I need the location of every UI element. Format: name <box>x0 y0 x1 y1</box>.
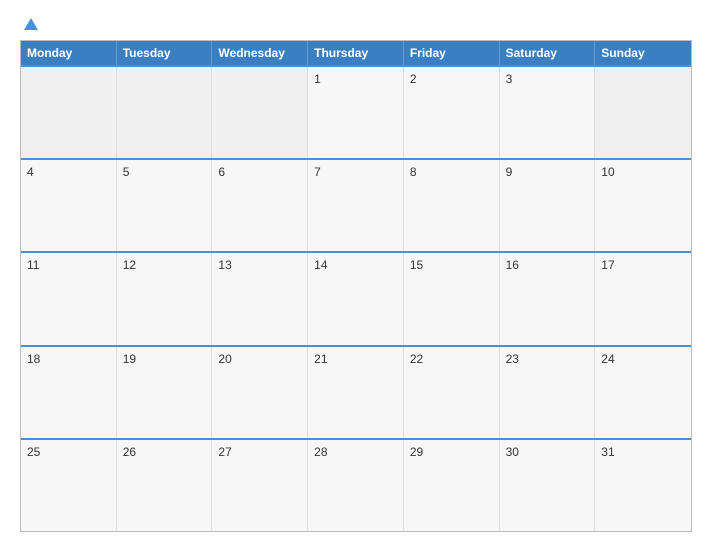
day-number: 8 <box>410 165 417 179</box>
day-number: 28 <box>314 445 327 459</box>
day-number: 21 <box>314 352 327 366</box>
calendar-day-cell <box>595 67 691 158</box>
calendar-day-cell: 23 <box>500 347 596 438</box>
calendar-day-cell: 18 <box>21 347 117 438</box>
day-number: 29 <box>410 445 423 459</box>
calendar-week-5: 25 26 27 28 29 30 31 <box>21 438 691 531</box>
day-number: 19 <box>123 352 136 366</box>
calendar-day-cell: 22 <box>404 347 500 438</box>
logo <box>20 18 38 30</box>
day-number: 26 <box>123 445 136 459</box>
day-number: 11 <box>27 258 39 272</box>
day-number: 20 <box>218 352 231 366</box>
calendar-day-cell: 31 <box>595 440 691 531</box>
day-number: 24 <box>601 352 614 366</box>
calendar-day-cell: 5 <box>117 160 213 251</box>
calendar-week-4: 18 19 20 21 22 23 24 <box>21 345 691 438</box>
calendar-week-2: 4 5 6 7 8 9 10 <box>21 158 691 251</box>
calendar-week-3: 11 12 13 14 15 16 17 <box>21 251 691 344</box>
calendar-day-cell: 6 <box>212 160 308 251</box>
calendar-body: 1234567891011121314151617181920212223242… <box>21 65 691 531</box>
day-number: 23 <box>506 352 519 366</box>
calendar-day-cell: 14 <box>308 253 404 344</box>
day-number: 2 <box>410 72 417 86</box>
day-number: 18 <box>27 352 40 366</box>
calendar-day-cell: 15 <box>404 253 500 344</box>
calendar-day-cell: 30 <box>500 440 596 531</box>
calendar-day-cell: 27 <box>212 440 308 531</box>
calendar-day-cell: 26 <box>117 440 213 531</box>
day-number: 7 <box>314 165 321 179</box>
calendar-header-cell: Sunday <box>595 41 691 65</box>
calendar-header-cell: Saturday <box>500 41 596 65</box>
page: MondayTuesdayWednesdayThursdayFridaySatu… <box>0 0 712 550</box>
calendar-header-cell: Friday <box>404 41 500 65</box>
day-number: 3 <box>506 72 513 86</box>
calendar-day-cell: 9 <box>500 160 596 251</box>
day-number: 15 <box>410 258 423 272</box>
calendar-day-cell: 8 <box>404 160 500 251</box>
day-number: 27 <box>218 445 231 459</box>
calendar-day-cell: 3 <box>500 67 596 158</box>
calendar-day-cell: 2 <box>404 67 500 158</box>
day-number: 9 <box>506 165 513 179</box>
day-number: 13 <box>218 258 231 272</box>
calendar-day-cell <box>212 67 308 158</box>
calendar-day-cell: 19 <box>117 347 213 438</box>
calendar-day-cell <box>21 67 117 158</box>
calendar-day-cell: 11 <box>21 253 117 344</box>
calendar-day-cell: 4 <box>21 160 117 251</box>
day-number: 31 <box>601 445 614 459</box>
day-number: 14 <box>314 258 327 272</box>
calendar-day-cell: 24 <box>595 347 691 438</box>
day-number: 12 <box>123 258 136 272</box>
calendar-grid: MondayTuesdayWednesdayThursdayFridaySatu… <box>20 40 692 532</box>
calendar-week-1: 1 2 3 <box>21 65 691 158</box>
day-number: 30 <box>506 445 519 459</box>
calendar-day-cell: 7 <box>308 160 404 251</box>
day-number: 4 <box>27 165 34 179</box>
day-number: 5 <box>123 165 130 179</box>
logo-blue-text <box>20 18 38 30</box>
logo-triangle-icon <box>24 18 38 30</box>
calendar-day-cell: 25 <box>21 440 117 531</box>
day-number: 16 <box>506 258 519 272</box>
day-number: 22 <box>410 352 423 366</box>
calendar-day-cell: 28 <box>308 440 404 531</box>
calendar-header-cell: Tuesday <box>117 41 213 65</box>
calendar-day-cell: 13 <box>212 253 308 344</box>
calendar-day-cell: 1 <box>308 67 404 158</box>
calendar-day-cell: 21 <box>308 347 404 438</box>
day-number: 25 <box>27 445 40 459</box>
calendar-day-cell: 10 <box>595 160 691 251</box>
calendar-day-cell: 17 <box>595 253 691 344</box>
day-number: 6 <box>218 165 225 179</box>
day-number: 1 <box>314 72 321 86</box>
calendar-day-cell: 16 <box>500 253 596 344</box>
calendar-header <box>20 18 692 30</box>
day-number: 17 <box>601 258 614 272</box>
calendar-header-cell: Monday <box>21 41 117 65</box>
calendar-day-cell: 12 <box>117 253 213 344</box>
calendar-header-cell: Thursday <box>308 41 404 65</box>
calendar-day-cell: 20 <box>212 347 308 438</box>
calendar-header-row: MondayTuesdayWednesdayThursdayFridaySatu… <box>21 41 691 65</box>
day-number: 10 <box>601 165 614 179</box>
calendar-day-cell <box>117 67 213 158</box>
calendar-header-cell: Wednesday <box>212 41 308 65</box>
calendar-day-cell: 29 <box>404 440 500 531</box>
